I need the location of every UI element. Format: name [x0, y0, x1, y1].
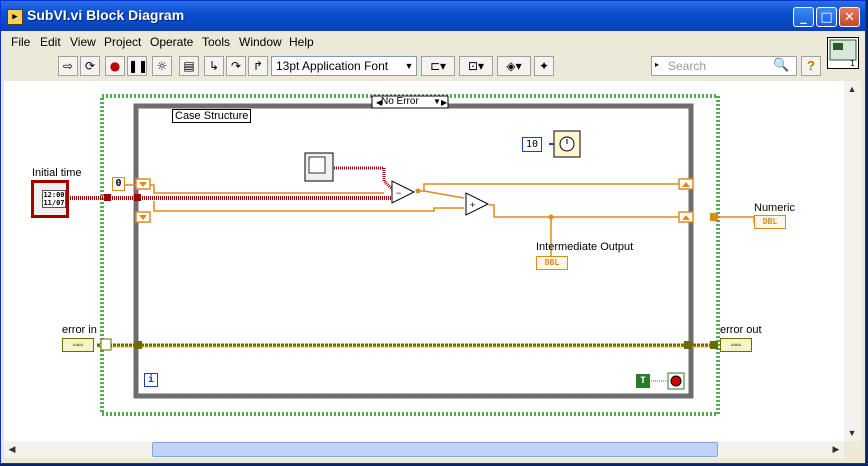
- minimize-button[interactable]: _: [793, 7, 814, 27]
- abort-icon[interactable]: ●: [105, 56, 125, 76]
- block-diagram-window: ▶ SubVI.vi Block Diagram _ □ ✕ File Edit…: [0, 0, 866, 464]
- shift-register-init-constant[interactable]: 0: [112, 177, 125, 191]
- search-expand-icon[interactable]: ▸: [655, 60, 659, 69]
- font-selector-value: 13pt Application Font: [276, 59, 389, 73]
- close-button[interactable]: ✕: [839, 7, 860, 27]
- scroll-down-icon[interactable]: ▼: [844, 425, 860, 441]
- case-structure-label: Case Structure: [172, 109, 252, 123]
- highlight-execution-icon[interactable]: ☼: [152, 56, 172, 76]
- scroll-left-icon[interactable]: ◀: [4, 441, 20, 457]
- wire-junction: [548, 214, 554, 220]
- font-selector[interactable]: 13pt Application Font ▼: [271, 56, 417, 76]
- error-out-label: error out: [720, 324, 762, 336]
- wire-junction-2: [415, 188, 421, 194]
- retain-wire-values-icon[interactable]: ▤: [179, 56, 199, 76]
- align-objects-icon[interactable]: ⊏▾: [421, 56, 455, 76]
- run-continuously-icon[interactable]: ⟳: [80, 56, 100, 76]
- menu-tools[interactable]: Tools: [202, 35, 230, 49]
- iteration-terminal[interactable]: i: [144, 373, 158, 387]
- reorder-icon[interactable]: ◈▾: [497, 56, 531, 76]
- scroll-right-icon[interactable]: ▶: [828, 441, 844, 457]
- chevron-down-icon: ▼: [404, 61, 414, 71]
- step-out-icon[interactable]: ↱: [248, 56, 268, 76]
- timestamp-tunnel: [104, 194, 111, 201]
- numeric-label: Numeric: [754, 202, 795, 214]
- context-help-button[interactable]: ?: [801, 56, 821, 76]
- pause-icon[interactable]: ❚❚: [127, 56, 148, 76]
- menu-operate[interactable]: Operate: [150, 35, 193, 49]
- case-next-icon[interactable]: ▶: [441, 98, 448, 107]
- case-selector-label[interactable]: No Error: [381, 96, 419, 107]
- stop-icon: [670, 375, 682, 387]
- error-tunnel-out: [710, 341, 718, 349]
- vi-icon-graphic: 1: [829, 39, 857, 68]
- block-diagram-canvas[interactable]: ◀ ▶ − + No Error ▼ Case Structure Initia…: [4, 81, 844, 441]
- numeric-tunnel: [710, 213, 718, 221]
- menu-window[interactable]: Window: [239, 35, 282, 49]
- menu-help[interactable]: Help: [289, 35, 314, 49]
- labview-icon: ▶: [7, 9, 23, 25]
- toolbar: ⇨ ⟳ ● ❚❚ ☼ ▤ ↳ ↷ ↱ 13pt Application Font…: [1, 53, 865, 79]
- while-loop-border[interactable]: [100, 94, 720, 416]
- subtract-symbol: −: [396, 188, 401, 198]
- wait-constant[interactable]: 10: [522, 137, 542, 152]
- error-tunnel-left: [134, 341, 142, 349]
- menu-view[interactable]: View: [70, 35, 96, 49]
- initial-time-control[interactable]: 12:00 11/07: [31, 180, 69, 218]
- numeric-indicator[interactable]: DBL: [754, 215, 786, 229]
- horizontal-scroll-thumb[interactable]: [152, 442, 718, 457]
- true-constant[interactable]: T: [636, 374, 650, 388]
- case-selector-terminal[interactable]: [100, 338, 112, 351]
- timestamp-tunnel-inner: [134, 194, 141, 201]
- error-tunnel-right: [684, 341, 692, 349]
- clock-calendar-icon: [308, 156, 326, 174]
- case-dropdown-icon[interactable]: ▼: [433, 97, 441, 106]
- add-symbol: +: [470, 200, 475, 210]
- scroll-up-icon[interactable]: ▲: [844, 81, 860, 97]
- timestamp-wire-2[interactable]: [334, 166, 396, 193]
- vertical-scrollbar[interactable]: ▲ ▼: [844, 81, 861, 441]
- sum-wire[interactable]: [489, 204, 680, 218]
- add-input-wire-2[interactable]: [153, 201, 464, 212]
- menu-bar: File Edit View Project Operate Tools Win…: [1, 31, 865, 53]
- error-out-indicator[interactable]: ▭▭: [720, 338, 752, 352]
- numeric-dbl-text: DBL: [762, 217, 778, 226]
- shift-register-wire[interactable]: [124, 184, 384, 194]
- difference-wire[interactable]: [416, 183, 680, 192]
- diagram-svg: ◀ ▶ − +: [68, 94, 755, 416]
- run-arrow-icon[interactable]: ⇨: [58, 56, 78, 76]
- timestamp-icon: 12:00 11/07: [42, 190, 66, 208]
- error-in-control[interactable]: ▭▭: [62, 338, 94, 352]
- cleanup-diagram-icon[interactable]: ✦: [534, 56, 554, 76]
- maximize-button[interactable]: □: [816, 7, 837, 27]
- vi-icon[interactable]: 1: [827, 37, 859, 69]
- intermediate-output-label: Intermediate Output: [536, 241, 634, 253]
- step-over-icon[interactable]: ↷: [226, 56, 246, 76]
- step-into-icon[interactable]: ↳: [204, 56, 224, 76]
- add-input-wire[interactable]: [423, 190, 465, 199]
- distribute-objects-icon[interactable]: ⊡▾: [459, 56, 493, 76]
- horizontal-scrollbar[interactable]: ◀ ▶: [4, 441, 844, 458]
- intermediate-output-indicator[interactable]: DBL: [536, 256, 568, 270]
- menu-file[interactable]: File: [11, 35, 30, 49]
- search-icon[interactable]: 🔍: [773, 57, 789, 73]
- menu-project[interactable]: Project: [104, 35, 141, 49]
- svg-text:1: 1: [850, 59, 855, 68]
- error-in-label: error in: [62, 324, 97, 336]
- initial-time-label: Initial time: [32, 167, 82, 179]
- intermediate-dbl-text: DBL: [544, 258, 560, 267]
- title-bar[interactable]: ▶ SubVI.vi Block Diagram _ □ ✕: [1, 1, 865, 31]
- menu-edit[interactable]: Edit: [40, 35, 61, 49]
- window-title: SubVI.vi Block Diagram: [27, 7, 185, 23]
